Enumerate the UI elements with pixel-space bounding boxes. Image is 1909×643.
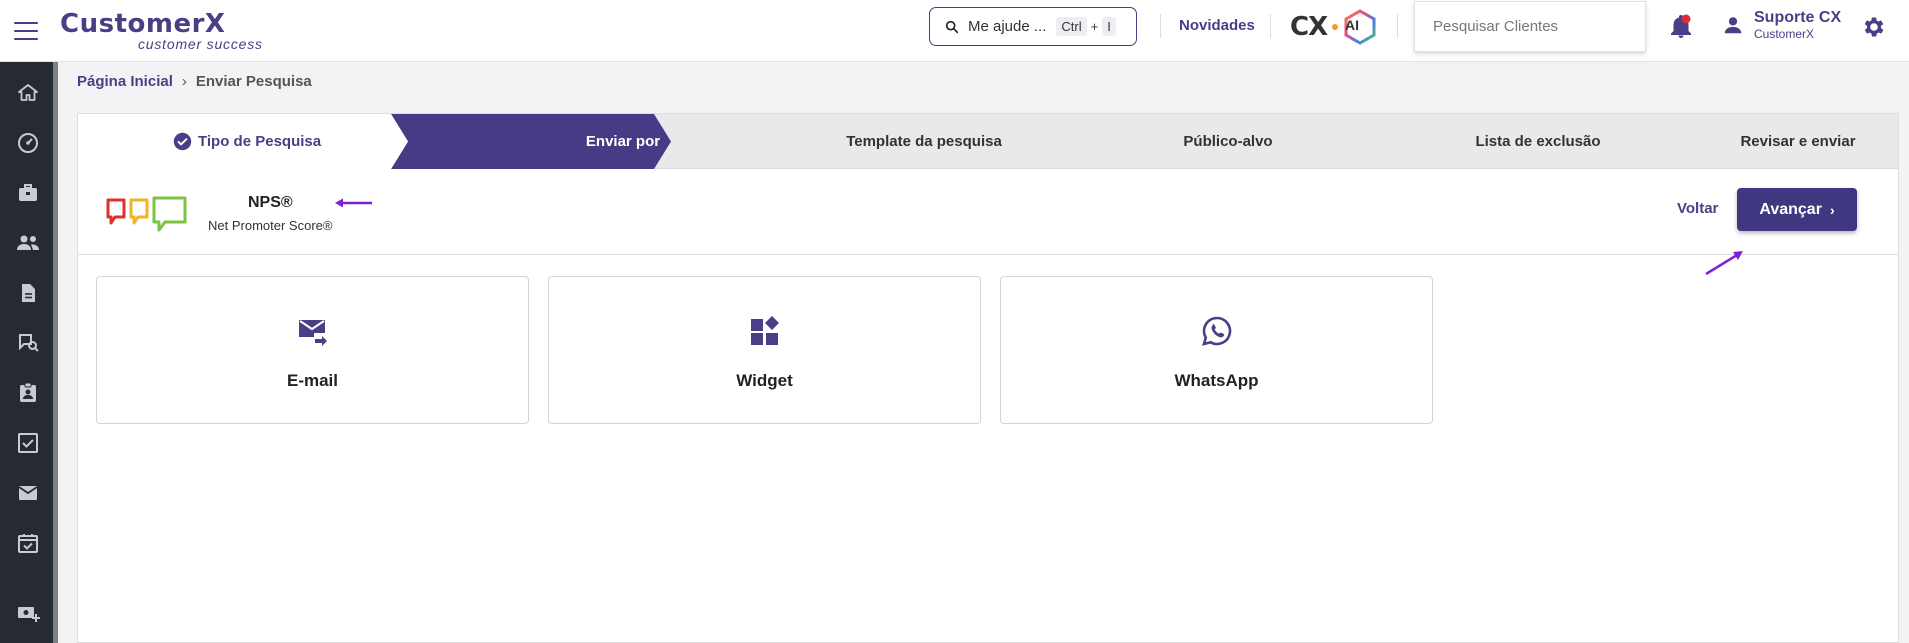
money-add-icon (18, 607, 40, 622)
breadcrumb-separator: › (181, 73, 187, 90)
survey-type-row: NPS® Net Promoter Score® Voltar Avançar … (78, 170, 1898, 255)
breadcrumb-home-link[interactable]: Página Inicial (77, 73, 173, 90)
chevron-right-icon: › (1829, 201, 1835, 218)
step-enviar-por[interactable]: Enviar por (508, 114, 738, 169)
widget-icon (750, 316, 779, 345)
annotation-arrow-left-icon (335, 198, 372, 208)
shortcut-plus: + (1090, 19, 1099, 34)
logo-main-text: CustomerX (60, 8, 226, 39)
sidebar-item-tasks[interactable] (15, 380, 41, 406)
logo-sub-text: customer success (138, 35, 263, 52)
wizard-steps: Tipo de Pesquisa Enviar por Template da … (78, 114, 1898, 169)
document-icon (22, 284, 35, 302)
step-label: Tipo de Pesquisa (198, 133, 322, 150)
header-divider (1160, 14, 1161, 38)
sidebar-item-finance[interactable] (15, 600, 41, 626)
step-divider-chevron (391, 114, 408, 169)
next-button-label: Avançar (1759, 200, 1822, 218)
sidebar-item-documents[interactable] (15, 280, 41, 306)
sidebar-item-email[interactable] (15, 480, 41, 506)
step-label: Público-alvo (1183, 133, 1273, 150)
cx-dot (1332, 24, 1339, 30)
briefcase-icon (19, 184, 37, 201)
channel-label: WhatsApp (1174, 371, 1259, 390)
clipboard-user-icon (20, 382, 36, 402)
header-divider (1397, 14, 1398, 38)
client-search-input[interactable]: Pesquisar Clientes (1414, 1, 1646, 52)
channel-label: E-mail (286, 371, 339, 390)
next-button[interactable]: Avançar › (1737, 188, 1857, 231)
whatsapp-icon (1201, 316, 1231, 346)
checkbox-icon (18, 433, 38, 453)
step-tipo-de-pesquisa[interactable]: Tipo de Pesquisa (173, 114, 321, 169)
survey-subtitle: Net Promoter Score® (208, 218, 333, 233)
sidebar-item-contacts[interactable] (15, 230, 41, 256)
client-search-placeholder: Pesquisar Clientes (1433, 18, 1559, 35)
sidebar-item-calendar[interactable] (15, 530, 41, 556)
sidebar-item-surveys[interactable] (15, 330, 41, 356)
step-publico-alvo[interactable]: Público-alvo (1088, 114, 1368, 169)
shortcut-key-i: I (1102, 17, 1116, 36)
step-template-da-pesquisa[interactable]: Template da pesquisa (774, 114, 1074, 169)
user-name: Suporte CX (1754, 9, 1842, 26)
step-lista-de-exclusao[interactable]: Lista de exclusão (1388, 114, 1688, 169)
step-label: Lista de exclusão (1475, 133, 1601, 150)
home-icon (18, 84, 38, 101)
user-org: CustomerX (1754, 27, 1815, 41)
annotation-arrow-up-right-icon (1705, 251, 1743, 276)
sidebar-item-dashboard[interactable] (15, 130, 41, 156)
send-survey-panel: Tipo de Pesquisa Enviar por Template da … (77, 113, 1899, 643)
people-icon (17, 235, 39, 250)
channel-card-widget[interactable]: Widget (548, 276, 981, 424)
help-search-button[interactable]: Me ajude ... Ctrl + I (929, 7, 1137, 46)
dashboard-icon (18, 133, 38, 153)
sidebar-item-checklist[interactable] (15, 430, 41, 456)
top-header: CustomerX customer success Me ajude ... … (0, 0, 1909, 62)
search-icon (945, 20, 959, 33)
channel-card-email[interactable]: E-mail (96, 276, 529, 424)
cx-ai-button[interactable]: CX AI (1290, 9, 1377, 45)
header-divider (1270, 14, 1271, 38)
cx-text: CX (1290, 12, 1328, 42)
hamburger-menu-icon[interactable] (14, 21, 38, 40)
step-revisar-e-enviar[interactable]: Revisar e enviar (1698, 114, 1898, 169)
breadcrumb: Página Inicial › Enviar Pesquisa (77, 73, 312, 90)
breadcrumb-current: Enviar Pesquisa (195, 73, 312, 90)
channel-label: Widget (736, 371, 793, 390)
customerx-logo[interactable]: CustomerX customer success (60, 11, 263, 51)
chat-search-icon (19, 334, 39, 352)
calendar-check-icon (18, 534, 38, 553)
user-menu[interactable]: Suporte CX CustomerX (1722, 9, 1841, 41)
ai-text: AI (1345, 17, 1359, 33)
sidebar-item-home[interactable] (15, 80, 41, 106)
sidebar-item-accounts[interactable] (15, 180, 41, 206)
channel-card-whatsapp[interactable]: WhatsApp (1000, 276, 1433, 424)
left-sidebar (0, 62, 58, 643)
check-circle-icon (173, 132, 192, 151)
mail-icon (18, 486, 38, 500)
notification-bell-icon[interactable] (1669, 14, 1693, 40)
step-label: Template da pesquisa (846, 133, 1002, 150)
novidades-link[interactable]: Novidades (1179, 17, 1255, 34)
back-button[interactable]: Voltar (1677, 200, 1718, 217)
nps-speech-bubbles-icon (106, 196, 187, 232)
sidebar-scrollbar[interactable] (53, 62, 58, 643)
help-search-label: Me ajude ... (968, 18, 1047, 35)
gear-icon[interactable] (1861, 14, 1887, 40)
user-icon (1724, 17, 1742, 34)
step-label: Revisar e enviar (1740, 133, 1856, 150)
email-forward-icon (298, 320, 327, 346)
survey-title: NPS® (248, 194, 293, 211)
shortcut-key-ctrl: Ctrl (1056, 17, 1087, 36)
step-label: Enviar por (585, 133, 661, 150)
